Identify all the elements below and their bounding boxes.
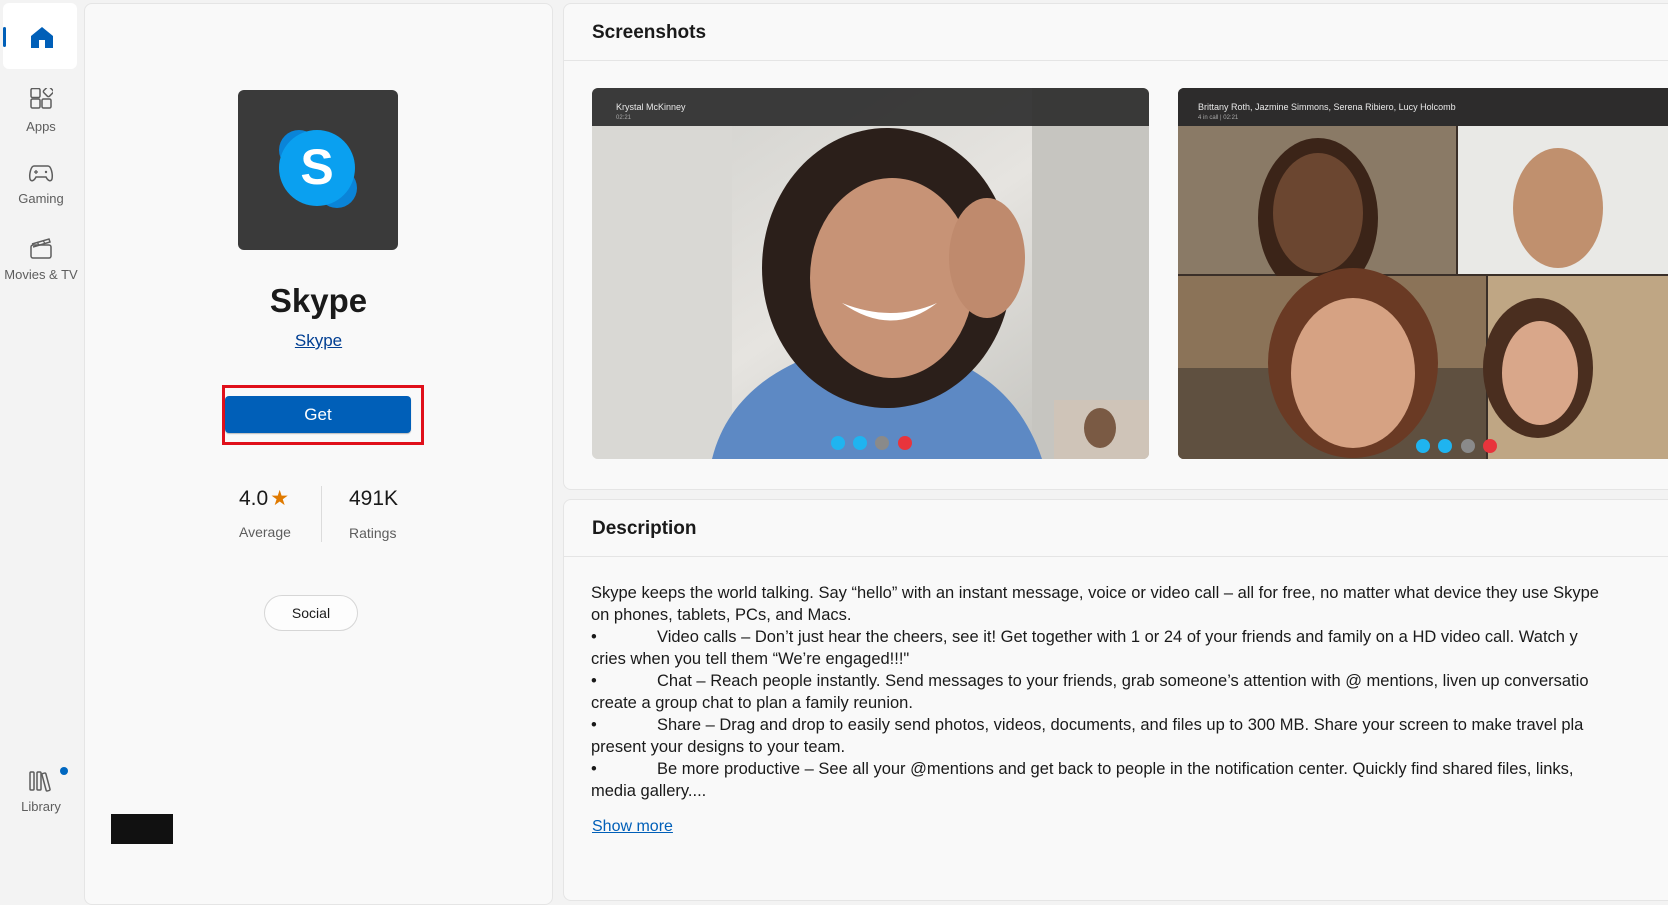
partial-thumbnail — [111, 814, 173, 844]
bullet: • — [591, 628, 597, 646]
description-line: • Chat – Reach people instantly. Send mes… — [591, 672, 1589, 690]
screenshot-2-sub: 4 in call | 02:21 — [1198, 115, 1239, 121]
rating-label: Average — [239, 524, 291, 540]
nav-item-gaming[interactable]: Gaming — [0, 162, 82, 206]
description-line: cries when you tell them “We’re engaged!… — [591, 650, 910, 668]
svg-text:S: S — [300, 139, 333, 195]
bullet: • — [591, 760, 597, 778]
nav-label-apps: Apps — [26, 119, 56, 134]
publisher-link[interactable]: Skype — [85, 331, 552, 351]
screenshots-title: Screenshots — [592, 22, 707, 43]
nav-label-movies-tv: Movies & TV — [4, 267, 78, 282]
screenshot-2-image: Brittany Roth, Jazmine Simmons, Serena R… — [1178, 88, 1668, 459]
home-icon — [31, 27, 53, 48]
bullet: • — [591, 716, 597, 734]
screenshots-section: Screenshots Krystal McKinney 02:21 Britt… — [563, 3, 1668, 490]
app-title: Skype — [269, 282, 368, 319]
active-indicator — [3, 27, 6, 47]
screenshot-1-sub: 02:21 — [616, 115, 632, 121]
nav-item-movies-tv[interactable]: Movies & TV — [0, 236, 82, 282]
nav-item-home[interactable] — [3, 3, 77, 69]
description-line: create a group chat to plan a family reu… — [591, 694, 913, 712]
screenshot-2-caller: Brittany Roth, Jazmine Simmons, Serena R… — [1198, 102, 1456, 112]
nav-label-library: Library — [21, 799, 61, 814]
description-line: Skype keeps the world talking. Say “hell… — [591, 584, 1599, 602]
screenshot-1-image: Krystal McKinney 02:21 — [592, 88, 1149, 459]
description-section: Description Skype keeps the world talkin… — [563, 499, 1668, 901]
apps-icon — [30, 85, 55, 109]
category-chip[interactable]: Social — [264, 595, 358, 631]
library-icon — [29, 771, 51, 792]
gaming-icon — [29, 165, 53, 182]
rating-number: 4.0 — [239, 487, 269, 510]
screenshots-header: Screenshots — [564, 4, 1668, 61]
screenshot-1-caller: Krystal McKinney — [616, 102, 686, 112]
description-line: • Video calls – Don’t just hear the cheer… — [591, 628, 1578, 646]
description-line: present your designs to your team. — [591, 738, 846, 756]
ratings-count: 491K — [349, 487, 399, 510]
skype-logo-icon: S — [279, 130, 357, 208]
get-button[interactable]: Get — [225, 396, 411, 433]
description-title: Description — [592, 518, 697, 539]
description-line: • Be more productive – See all your @ment… — [591, 760, 1574, 778]
app-info-card: S Skype Skype Get 4.0★ Average 491K Rati… — [84, 3, 553, 905]
screenshot-2[interactable]: Brittany Roth, Jazmine Simmons, Serena R… — [1178, 88, 1668, 459]
bullet: • — [591, 672, 597, 690]
ratings-label: Ratings — [349, 525, 397, 541]
nav-item-apps[interactable]: Apps — [0, 85, 82, 134]
description-header: Description — [564, 500, 1668, 557]
description-line: • Share – Drag and drop to easily send ph… — [591, 716, 1584, 734]
show-more-link[interactable]: Show more — [592, 818, 673, 836]
rating-divider — [321, 486, 322, 542]
description-line: on phones, tablets, PCs, and Macs. — [591, 606, 852, 624]
app-icon-tile: S — [238, 90, 398, 250]
rating-value: 4.0★ — [239, 486, 289, 511]
movies-tv-icon — [30, 238, 52, 259]
nav-rail: Apps Gaming Movies & TV Library — [0, 0, 82, 886]
nav-item-library[interactable]: Library — [0, 767, 82, 814]
description-line: media gallery.... — [591, 782, 707, 800]
screenshot-1[interactable]: Krystal McKinney 02:21 — [592, 88, 1149, 459]
notification-dot — [60, 767, 68, 775]
description-text: Skype keeps the world talking. Say “hell… — [591, 582, 1668, 802]
nav-label-gaming: Gaming — [18, 191, 64, 206]
star-icon: ★ — [270, 487, 290, 510]
